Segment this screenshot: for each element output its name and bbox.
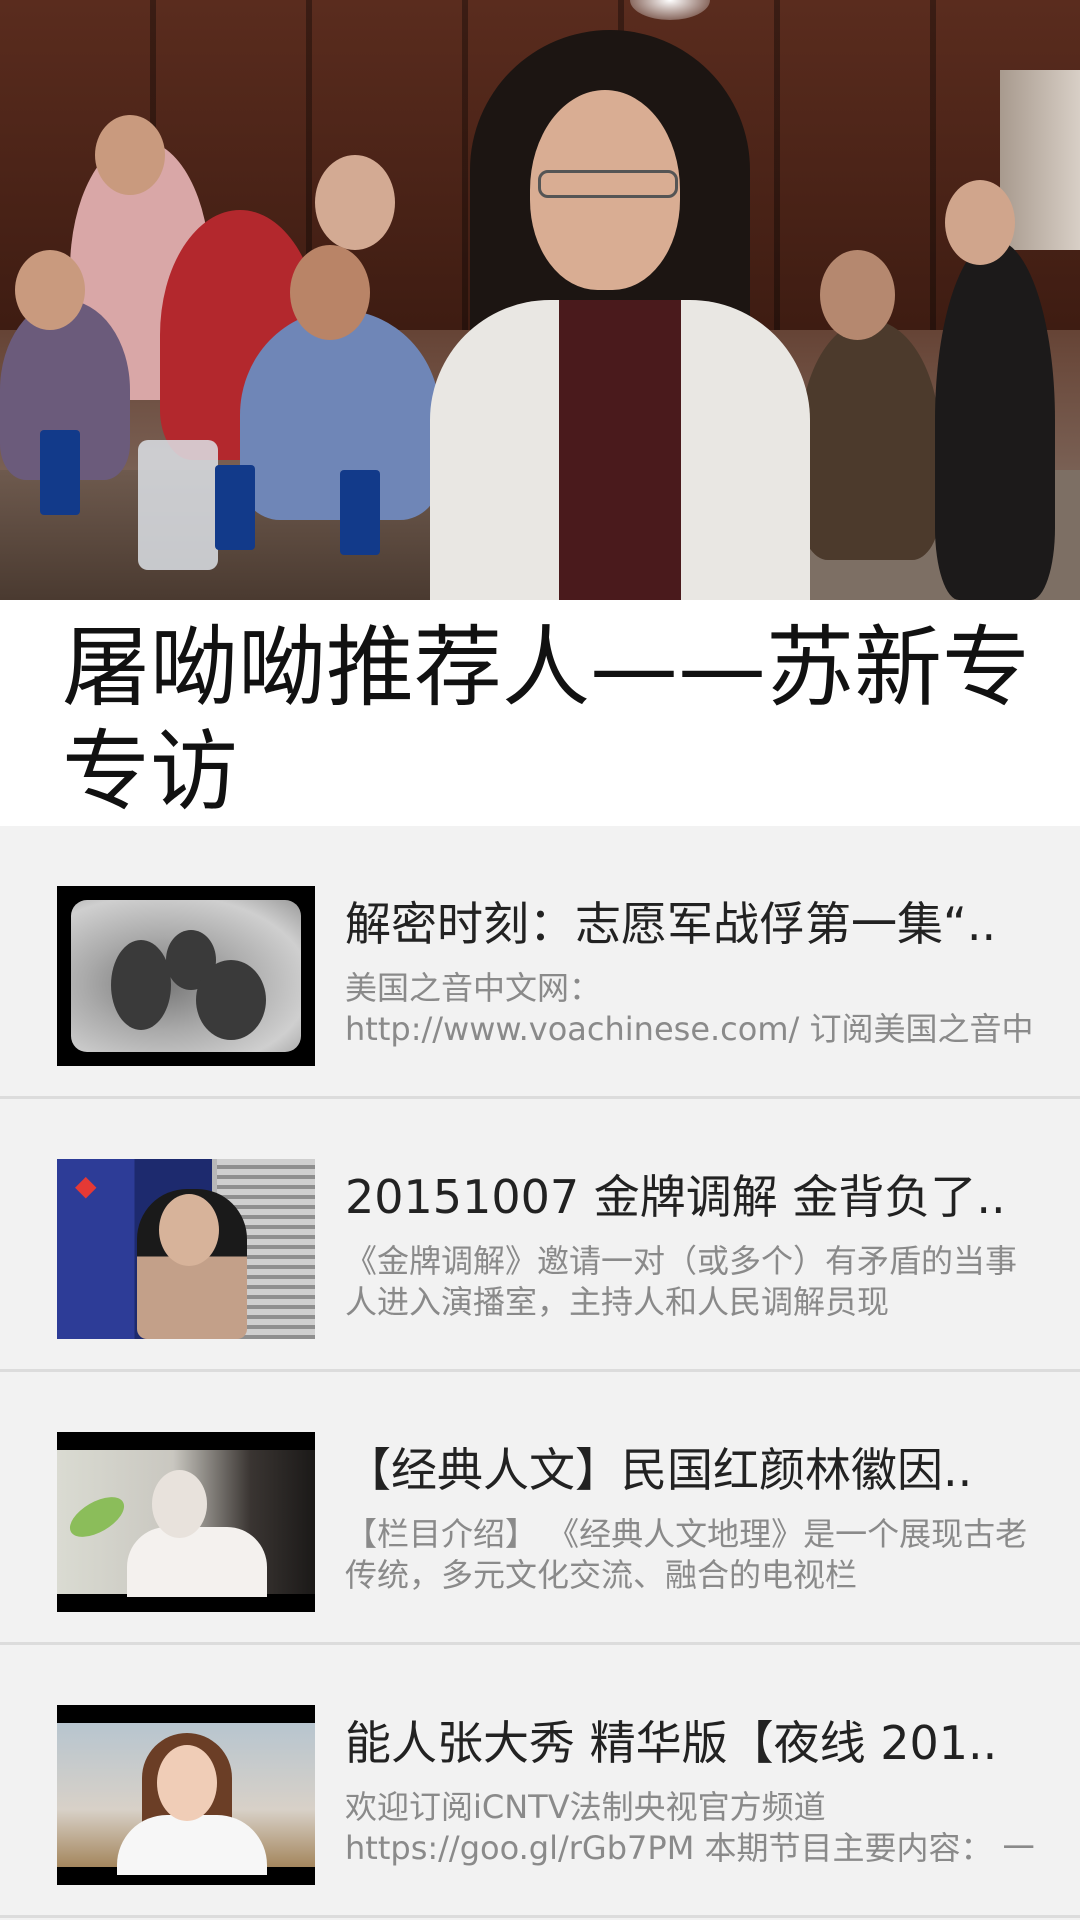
related-video-description: 欢迎订阅iCNTV法制央视官方频道https://goo.gl/rGb7PM 本… [345,1788,1035,1867]
thumbnail-figure [196,960,266,1040]
video-player[interactable] [0,0,1080,600]
video-thumbnail[interactable] [57,1432,315,1612]
related-video-title[interactable]: 20151007 金牌调解 金背负了.. [345,1167,1015,1227]
video-frame-person [945,180,1015,265]
thumbnail-figure [117,1815,267,1875]
thumbnail-face [152,1470,207,1538]
related-video-description: 【栏目介绍】 《经典人文地理》是一个展现古老传统，多元文化交流、融合的电视栏 [345,1515,1028,1594]
channel-logo-icon: ◆ [75,1169,97,1202]
related-video-title[interactable]: 【经典人文】民国红颜林徽因.. [345,1440,1015,1500]
related-videos-list: 解密时刻：志愿军战俘第一集“.. 美国之音中文网： http://www.voa… [0,826,1080,1918]
video-frame-person [290,245,370,340]
video-frame-person [935,240,1055,600]
video-frame-cup [40,430,80,515]
video-title-area: 屠呦呦推荐人——苏新专专访 [0,600,1080,826]
thumbnail-face [159,1194,219,1266]
video-frame-person [15,250,85,330]
related-video-description: 《金牌调解》邀请一对（或多个）有矛盾的当事人进入演播室，主持人和人民调解员现 [345,1242,1018,1321]
related-video-title[interactable]: 解密时刻：志愿军战俘第一集“.. [345,894,1015,954]
video-frame-speaker [430,300,810,600]
video-frame-person [800,320,940,560]
thumbnail-face [157,1745,217,1821]
related-video-title[interactable]: 能人张大秀 精华版【夜线 201.. [345,1713,1015,1773]
thumbnail-figure [111,940,171,1030]
video-frame-person [315,155,395,250]
video-thumbnail[interactable] [57,1705,315,1885]
related-video-item[interactable]: 能人张大秀 精华版【夜线 201.. 欢迎订阅iCNTV法制央视官方频道http… [0,1645,1080,1918]
video-frame-speaker-glasses [538,170,678,198]
thumbnail-image [71,900,301,1052]
video-title: 屠呦呦推荐人——苏新专专访 [62,616,1031,823]
related-video-description: 美国之音中文网： http://www.voachinese.com/ 订阅美国… [345,969,1034,1048]
video-thumbnail[interactable]: ◆ [57,1159,315,1339]
video-frame-cup [215,465,255,550]
video-frame-person [820,250,895,340]
video-frame-person [95,115,165,195]
thumbnail-figure [127,1527,267,1597]
related-video-item[interactable]: 解密时刻：志愿军战俘第一集“.. 美国之音中文网： http://www.voa… [0,826,1080,1099]
video-frame-cup [340,470,380,555]
related-video-item[interactable]: ◆ 20151007 金牌调解 金背负了.. 《金牌调解》邀请一对（或多个）有矛… [0,1099,1080,1372]
related-video-item[interactable]: 【经典人文】民国红颜林徽因.. 【栏目介绍】 《经典人文地理》是一个展现古老传统… [0,1372,1080,1645]
video-frame-pitcher [138,440,218,570]
video-thumbnail[interactable] [57,886,315,1066]
